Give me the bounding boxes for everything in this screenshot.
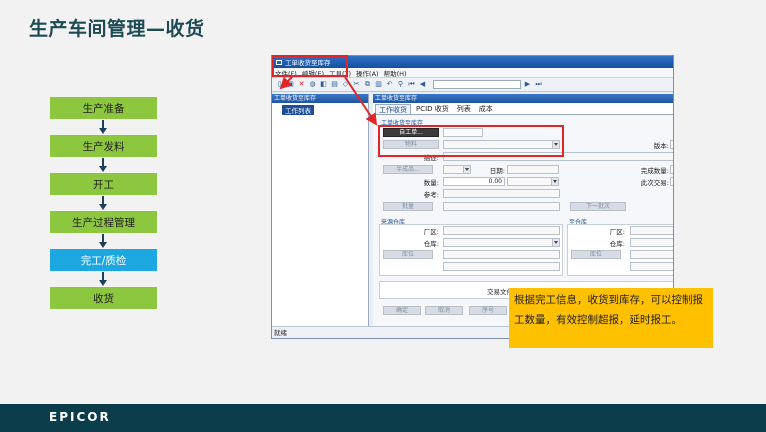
footer-bar: EPICOR [0, 404, 766, 432]
annotation-arrows [279, 76, 378, 126]
arrow-to-job-field [344, 76, 378, 126]
callout-note: 根据完工信息，收货到库存，可以控制报工数量，有效控制超报，延时报工。 [509, 288, 713, 348]
epicor-logo: EPICOR [49, 410, 111, 424]
arrow-to-menu [279, 76, 293, 90]
